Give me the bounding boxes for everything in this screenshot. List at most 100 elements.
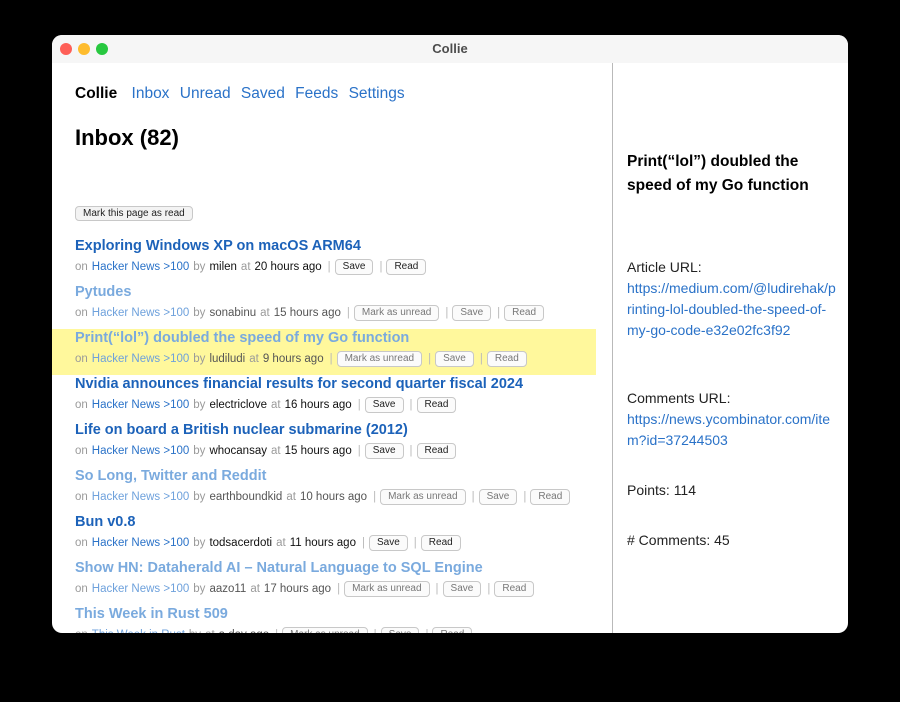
save-button[interactable]: Save	[442, 581, 482, 597]
separator: |	[409, 445, 413, 457]
item-title[interactable]: Print(“lol”) doubled the speed of my Go …	[75, 330, 409, 346]
list-item[interactable]: Show HN: Dataherald AI – Natural Languag…	[75, 559, 596, 605]
separator: |	[357, 399, 361, 411]
item-source-link[interactable]: Hacker News >100	[92, 307, 189, 319]
list-item[interactable]: Exploring Windows XP on macOS ARM64 on Hac…	[75, 237, 596, 283]
item-source-link[interactable]: Hacker News >100	[92, 583, 189, 595]
save-button[interactable]: Save	[452, 305, 492, 321]
detail-title: Print(“lol”) doubled the speed of my Go …	[627, 153, 809, 194]
item-title[interactable]: Show HN: Dataherald AI – Natural Languag…	[75, 560, 483, 576]
separator: |	[523, 491, 527, 503]
app-window: Collie Collie Inbox Unread Saved Feeds S…	[52, 35, 848, 633]
list-item[interactable]: Pytudes on Hacker News >100 by sonabinu at 15 …	[75, 283, 596, 329]
item-title[interactable]: So Long, Twitter and Reddit	[75, 468, 266, 484]
on-label: on	[75, 583, 88, 595]
item-meta: on Hacker News >100 by whocansay at 15 hours …	[75, 443, 460, 459]
separator: |	[379, 261, 383, 273]
mark-unread-button[interactable]: Mark as unread	[282, 627, 368, 633]
item-title[interactable]: Life on board a British nuclear submarin…	[75, 422, 408, 438]
separator: |	[374, 629, 377, 633]
read-button[interactable]: Read	[530, 489, 571, 505]
on-label: on	[75, 537, 88, 549]
save-button[interactable]: Save	[380, 627, 420, 633]
by-label: by	[193, 261, 206, 273]
nav-inbox[interactable]: Inbox	[132, 85, 170, 102]
at-label: at	[250, 583, 260, 595]
mark-unread-button[interactable]: Mark as unread	[353, 305, 440, 321]
save-button[interactable]: Save	[364, 443, 404, 459]
list-item[interactable]: This Week in Rust 509 on This Week in Rust…	[75, 605, 596, 633]
mark-unread-button[interactable]: Mark as unread	[344, 581, 430, 597]
item-meta: on Hacker News >100 by sonabinu at 15 hours a…	[75, 305, 548, 321]
list-item[interactable]: Print(“lol”) doubled the speed of my Go …	[52, 329, 596, 375]
save-button[interactable]: Save	[368, 535, 408, 551]
mark-unread-button[interactable]: Mark as unread	[380, 489, 466, 505]
item-source-link[interactable]: Hacker News >100	[92, 261, 189, 273]
item-meta: on Hacker News >100 by electriclove at 16 hou…	[75, 397, 460, 413]
comments-url-section: Comments URL: https://news.ycombinator.c…	[627, 388, 837, 451]
item-title[interactable]: Pytudes	[75, 284, 131, 300]
item-author: earthboundkid	[209, 491, 283, 503]
item-title[interactable]: This Week in Rust 509	[75, 606, 228, 622]
item-source-link[interactable]: Hacker News >100	[92, 491, 189, 503]
nav-brand[interactable]: Collie	[75, 85, 117, 102]
mark-page-read-button[interactable]: Mark this page as read	[75, 206, 193, 221]
save-button[interactable]: Save	[364, 397, 404, 413]
read-button[interactable]: Read	[420, 535, 461, 551]
by-label: by	[193, 307, 206, 319]
item-title[interactable]: Bun v0.8	[75, 514, 135, 530]
save-button[interactable]: Save	[334, 259, 374, 275]
item-source-link[interactable]: Hacker News >100	[92, 445, 189, 457]
save-button[interactable]: Save	[435, 351, 474, 367]
item-title[interactable]: Exploring Windows XP on macOS ARM64	[75, 238, 361, 254]
item-time: 10 hours ago	[299, 491, 368, 503]
read-button[interactable]: Read	[486, 351, 527, 367]
read-button[interactable]: Read	[504, 305, 545, 321]
comments-url-link[interactable]: https://news.ycombinator.com/item?id=372…	[627, 409, 837, 451]
separator: |	[413, 537, 417, 549]
at-label: at	[270, 399, 281, 411]
list-item[interactable]: Bun v0.8 on Hacker News >100 by todsacerdoti…	[75, 513, 596, 559]
item-source-link[interactable]: Hacker News >100	[92, 399, 189, 411]
read-button[interactable]: Read	[494, 581, 535, 597]
item-author: todsacerdoti	[209, 537, 273, 549]
window-title: Collie	[432, 41, 468, 56]
separator: |	[346, 307, 350, 319]
item-time: 15 hours ago	[273, 307, 341, 319]
separator: |	[428, 353, 432, 365]
read-button[interactable]: Read	[386, 259, 427, 275]
separator: |	[471, 491, 475, 503]
list-item[interactable]: Life on board a British nuclear submarin…	[75, 421, 596, 467]
item-source-link[interactable]: Hacker News >100	[92, 353, 189, 365]
separator: |	[275, 629, 278, 633]
at-label: at	[286, 491, 296, 503]
article-url-link[interactable]: https://medium.com/@ludirehak/printing-l…	[627, 278, 837, 341]
separator: |	[357, 445, 361, 457]
read-button[interactable]: Read	[416, 397, 457, 413]
nav-settings[interactable]: Settings	[349, 85, 405, 102]
read-button[interactable]: Read	[432, 627, 473, 633]
item-time: a day ago	[219, 629, 270, 633]
item-author: electriclove	[209, 399, 267, 411]
by-label: by	[193, 583, 206, 595]
list-item[interactable]: Nvidia announces financial results for s…	[75, 375, 596, 421]
by-label: by	[193, 537, 206, 549]
by-label: by	[189, 629, 201, 633]
read-button[interactable]: Read	[416, 443, 457, 459]
separator: |	[409, 399, 413, 411]
item-source-link[interactable]: Hacker News >100	[92, 537, 189, 549]
nav-saved[interactable]: Saved	[241, 85, 285, 102]
mark-unread-button[interactable]: Mark as unread	[336, 351, 423, 367]
separator: |	[337, 583, 341, 595]
nav-unread[interactable]: Unread	[180, 85, 231, 102]
item-title[interactable]: Nvidia announces financial results for s…	[75, 376, 523, 392]
list-item[interactable]: So Long, Twitter and Reddit on Hacker News…	[75, 467, 596, 513]
item-author: sonabinu	[209, 307, 257, 319]
article-url-section: Article URL: https://medium.com/@ludireh…	[627, 257, 837, 341]
item-meta: on This Week in Rust byat a day ago | Mark as…	[75, 627, 476, 633]
by-label: by	[193, 399, 206, 411]
save-button[interactable]: Save	[478, 489, 518, 505]
item-source-link[interactable]: This Week in Rust	[92, 629, 185, 633]
detail-pane: Print(“lol”) doubled the speed of my Go …	[612, 63, 848, 633]
nav-feeds[interactable]: Feeds	[295, 85, 338, 102]
